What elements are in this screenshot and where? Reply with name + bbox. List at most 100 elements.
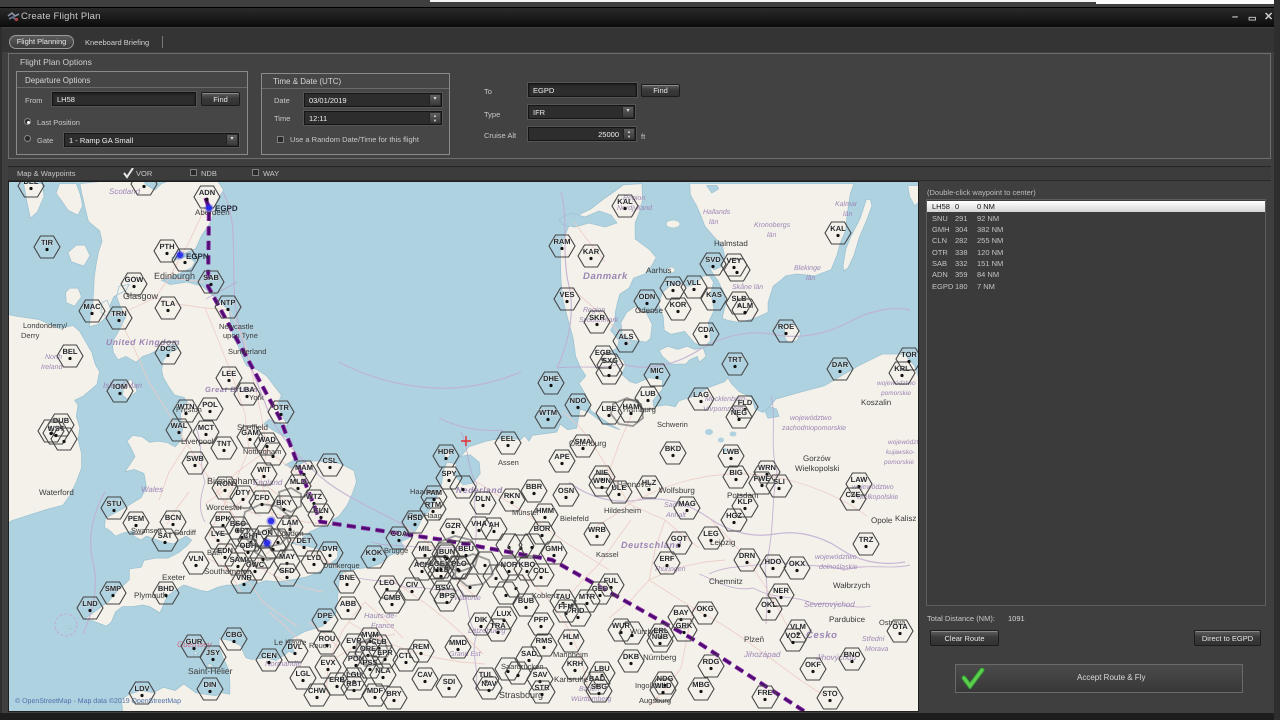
- svg-text:LEG: LEG: [703, 529, 719, 538]
- svg-text:SKR: SKR: [589, 313, 605, 322]
- svg-text:Aarhus: Aarhus: [646, 266, 671, 275]
- svg-text:WUN: WUN: [593, 476, 611, 485]
- svg-text:Waterford: Waterford: [39, 488, 74, 497]
- svg-text:RAM: RAM: [553, 237, 570, 246]
- svg-text:CDA: CDA: [698, 325, 715, 334]
- svg-text:Wałbrzych: Wałbrzych: [833, 581, 870, 590]
- svg-text:Schwerin: Schwerin: [657, 420, 688, 429]
- svg-text:pomorskie: pomorskie: [880, 390, 911, 397]
- svg-text:ALM: ALM: [737, 301, 753, 310]
- svg-text:TRA: TRA: [490, 621, 506, 630]
- svg-text:SPY: SPY: [441, 469, 456, 478]
- svg-text:TNT: TNT: [217, 439, 232, 448]
- svg-text:WLD: WLD: [654, 681, 672, 690]
- svg-text:DLN: DLN: [475, 494, 490, 503]
- svg-text:Severovýchod: Severovýchod: [804, 600, 855, 609]
- svg-text:MMD: MMD: [449, 638, 467, 647]
- svg-text:RKN: RKN: [504, 491, 520, 500]
- svg-text:GOT: GOT: [671, 534, 688, 543]
- svg-text:BKD: BKD: [665, 444, 682, 453]
- svg-text:BPS: BPS: [439, 591, 454, 600]
- svg-text:BHD: BHD: [158, 584, 175, 593]
- svg-text:ABB: ABB: [340, 599, 357, 608]
- svg-text:BBR: BBR: [526, 482, 543, 491]
- svg-text:CAV: CAV: [417, 670, 432, 679]
- svg-text:RBT: RBT: [346, 679, 362, 688]
- svg-text:SAT: SAT: [158, 531, 173, 540]
- svg-text:KAS: KAS: [706, 290, 722, 299]
- svg-text:NEG: NEG: [731, 408, 747, 417]
- svg-text:BOR: BOR: [534, 524, 551, 533]
- svg-text:ULE: ULE: [612, 483, 627, 492]
- svg-text:MIL: MIL: [419, 544, 432, 553]
- svg-text:GMH: GMH: [545, 544, 563, 553]
- svg-text:województwo: województwo: [888, 439, 918, 446]
- svg-text:BCN: BCN: [165, 513, 181, 522]
- svg-text:Newcastle: Newcastle: [219, 322, 254, 331]
- svg-text:MAC: MAC: [83, 302, 101, 311]
- svg-text:STO: STO: [822, 689, 837, 698]
- svg-text:NER: NER: [773, 586, 789, 595]
- svg-text:SAD: SAD: [521, 649, 537, 658]
- svg-text:TRZ: TRZ: [859, 535, 874, 544]
- svg-text:COA: COA: [391, 529, 408, 538]
- svg-text:HDO: HDO: [765, 557, 782, 566]
- svg-text:Kalmar: Kalmar: [835, 200, 858, 208]
- svg-text:Londonderry/: Londonderry/: [23, 321, 68, 330]
- svg-text:FRE: FRE: [758, 688, 773, 697]
- svg-text:CIV: CIV: [406, 580, 419, 589]
- svg-text:DHE: DHE: [543, 374, 559, 383]
- svg-text:SMP: SMP: [105, 584, 121, 593]
- svg-text:TUL: TUL: [479, 670, 494, 679]
- svg-text:HMM: HMM: [536, 506, 554, 515]
- svg-text:DCS: DCS: [160, 344, 176, 353]
- svg-text:STU: STU: [107, 499, 122, 508]
- svg-text:CBG: CBG: [226, 630, 243, 639]
- svg-text:LAG: LAG: [693, 390, 709, 399]
- svg-text:Hauts-de-: Hauts-de-: [364, 611, 397, 620]
- svg-text:SVD: SVD: [705, 255, 721, 264]
- svg-text:Chemnitz: Chemnitz: [709, 577, 743, 586]
- svg-text:CTL: CTL: [399, 651, 414, 660]
- svg-text:EPR: EPR: [377, 648, 393, 657]
- svg-text:Ireland: Ireland: [41, 363, 64, 371]
- svg-text:Glasgow: Glasgow: [123, 291, 159, 301]
- svg-text:KAL: KAL: [830, 224, 846, 233]
- svg-text:RID: RID: [572, 606, 586, 615]
- svg-text:Danmark: Danmark: [583, 271, 628, 282]
- svg-text:Nürnberg: Nürnberg: [643, 653, 676, 662]
- svg-text:BEL: BEL: [63, 347, 78, 356]
- svg-text:TRT: TRT: [728, 355, 743, 364]
- svg-text:LAW: LAW: [851, 475, 869, 484]
- svg-text:województwo: województwo: [790, 414, 832, 422]
- svg-text:CSL: CSL: [323, 456, 338, 465]
- svg-text:VLL: VLL: [687, 278, 702, 287]
- svg-text:GZR: GZR: [445, 521, 461, 530]
- svg-text:KAR: KAR: [583, 247, 600, 256]
- svg-text:OTA: OTA: [892, 622, 908, 631]
- svg-text:län: län: [806, 274, 815, 282]
- svg-text:WAL: WAL: [171, 421, 188, 430]
- svg-text:DEL: DEL: [24, 182, 39, 186]
- svg-text:WRB: WRB: [588, 525, 606, 534]
- svg-text:Wielkopolski: Wielkopolski: [795, 464, 840, 473]
- svg-text:Dunkerque: Dunkerque: [323, 561, 360, 570]
- svg-text:RDG: RDG: [703, 657, 720, 666]
- svg-text:OKX: OKX: [789, 559, 805, 568]
- svg-text:KRH: KRH: [567, 659, 583, 668]
- svg-text:TLA: TLA: [161, 299, 176, 308]
- svg-text:ADN: ADN: [199, 188, 215, 197]
- svg-text:Derry: Derry: [21, 331, 40, 340]
- svg-text:VLM: VLM: [790, 622, 806, 631]
- svg-text:Blekinge: Blekinge: [794, 264, 821, 272]
- svg-text:Sunderland: Sunderland: [228, 347, 266, 356]
- svg-text:LEE: LEE: [222, 369, 237, 378]
- svg-text:GOW: GOW: [125, 275, 145, 284]
- svg-text:COL: COL: [533, 566, 549, 575]
- svg-text:PFP: PFP: [534, 615, 549, 624]
- svg-text:TNO: TNO: [665, 279, 681, 288]
- svg-text:Hallands: Hallands: [703, 208, 731, 216]
- svg-text:GUR: GUR: [186, 637, 203, 646]
- svg-text:zachodniopomorskie: zachodniopomorskie: [781, 424, 846, 432]
- svg-text:DVL: DVL: [288, 642, 303, 651]
